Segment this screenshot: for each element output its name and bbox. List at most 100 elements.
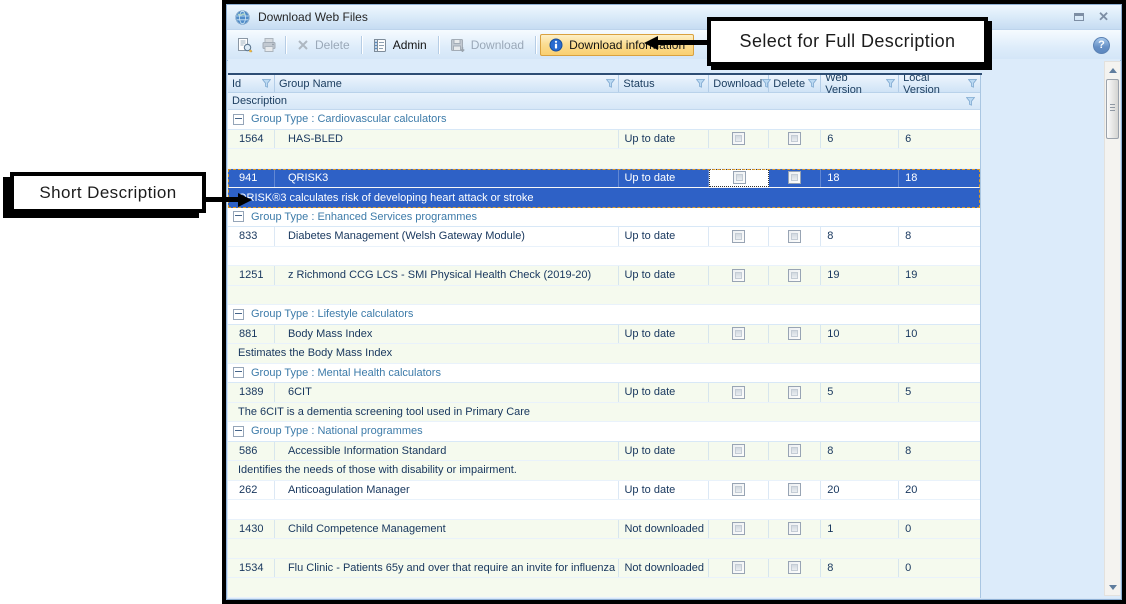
- download-checkbox[interactable]: [733, 171, 746, 184]
- description-row[interactable]: Estimates the Body Mass Index: [228, 344, 980, 364]
- grid-item-row[interactable]: 1430Child Competence ManagementNot downl…: [228, 520, 980, 540]
- delete-checkbox[interactable]: [788, 171, 801, 184]
- grid-item-row[interactable]: 881Body Mass IndexUp to date1010: [228, 325, 980, 345]
- delete-checkbox[interactable]: [788, 522, 801, 535]
- cell-download[interactable]: [709, 130, 769, 149]
- maximize-button[interactable]: [1074, 13, 1084, 21]
- cell-download[interactable]: [709, 559, 769, 578]
- filter-funnel-icon[interactable]: [968, 79, 977, 88]
- cell-download[interactable]: [709, 227, 769, 246]
- download-button[interactable]: Download: [443, 35, 531, 55]
- download-checkbox[interactable]: [732, 132, 745, 145]
- cell-download[interactable]: [709, 442, 769, 461]
- description-row[interactable]: QRISK®3 calculates risk of developing he…: [228, 188, 980, 208]
- description-row[interactable]: The 6CIT is a dementia screening tool us…: [228, 403, 980, 423]
- scrollbar-up-button[interactable]: [1105, 63, 1120, 77]
- cell-delete[interactable]: [769, 383, 821, 402]
- cell-download[interactable]: [709, 520, 769, 539]
- group-header-row[interactable]: Group Type : Enhanced Services programme…: [228, 208, 980, 228]
- print-button[interactable]: [257, 34, 281, 56]
- download-checkbox[interactable]: [732, 522, 745, 535]
- collapse-minus-icon[interactable]: [233, 114, 244, 125]
- description-row[interactable]: Identifies the needs of those with disab…: [228, 461, 980, 481]
- collapse-minus-icon[interactable]: [233, 211, 244, 222]
- cell-download[interactable]: [709, 266, 769, 285]
- cell-download[interactable]: [709, 481, 769, 500]
- grid-item-row[interactable]: 586Accessible Information StandardUp to …: [228, 442, 980, 462]
- grid-item-row[interactable]: 13896CITUp to date55: [228, 383, 980, 403]
- collapse-minus-icon[interactable]: [233, 367, 244, 378]
- grid-item-row[interactable]: 262Anticoagulation ManagerUp to date2020: [228, 481, 980, 501]
- description-row[interactable]: [228, 578, 980, 598]
- download-checkbox[interactable]: [732, 230, 745, 243]
- cell-delete[interactable]: [769, 520, 821, 539]
- delete-checkbox[interactable]: [788, 444, 801, 457]
- close-button[interactable]: ✕: [1098, 12, 1109, 22]
- column-header-web-version[interactable]: Web Version: [821, 75, 899, 92]
- description-row[interactable]: [228, 286, 980, 306]
- delete-checkbox[interactable]: [788, 327, 801, 340]
- column-header-local-version[interactable]: Local Version: [899, 75, 980, 92]
- description-row[interactable]: [228, 247, 980, 267]
- print-preview-button[interactable]: [233, 34, 257, 56]
- description-row[interactable]: [228, 149, 980, 169]
- download-checkbox[interactable]: [732, 483, 745, 496]
- scrollbar-down-button[interactable]: [1105, 580, 1120, 594]
- group-header-row[interactable]: Group Type : Lifestyle calculators: [228, 305, 980, 325]
- filter-funnel-icon[interactable]: [606, 79, 615, 88]
- admin-button[interactable]: Admin: [366, 35, 434, 56]
- grid-item-row[interactable]: 833Diabetes Management (Welsh Gateway Mo…: [228, 227, 980, 247]
- column-header-group-name[interactable]: Group Name: [275, 75, 619, 92]
- download-checkbox[interactable]: [732, 444, 745, 457]
- cell-delete[interactable]: [769, 227, 821, 246]
- description-row[interactable]: [228, 500, 980, 520]
- column-header-id[interactable]: Id: [228, 75, 275, 92]
- column-header-download[interactable]: Download: [709, 75, 769, 92]
- cell-delete[interactable]: [769, 130, 821, 149]
- download-checkbox[interactable]: [732, 327, 745, 340]
- grid-item-row[interactable]: 1534Flu Clinic - Patients 65y and over t…: [228, 559, 980, 579]
- group-header-row[interactable]: Group Type : Cardiovascular calculators: [228, 110, 980, 130]
- cell-delete[interactable]: [769, 325, 821, 344]
- cell-delete[interactable]: [769, 266, 821, 285]
- delete-checkbox[interactable]: [788, 132, 801, 145]
- download-information-button[interactable]: Download information: [540, 34, 694, 56]
- grid-item-row[interactable]: 1564HAS-BLEDUp to date66: [228, 130, 980, 150]
- vertical-scrollbar[interactable]: [1104, 61, 1120, 596]
- cell-delete[interactable]: [769, 442, 821, 461]
- download-checkbox[interactable]: [732, 561, 745, 574]
- filter-funnel-icon[interactable]: [696, 79, 705, 88]
- help-button[interactable]: ?: [1093, 37, 1110, 54]
- description-header-row[interactable]: Description: [228, 93, 980, 110]
- delete-checkbox[interactable]: [788, 386, 801, 399]
- cell-download[interactable]: [709, 325, 769, 344]
- cell-download[interactable]: [709, 383, 769, 402]
- filter-funnel-icon[interactable]: [262, 79, 271, 88]
- download-checkbox[interactable]: [732, 269, 745, 282]
- delete-button[interactable]: Delete: [290, 35, 357, 55]
- delete-checkbox[interactable]: [788, 230, 801, 243]
- download-checkbox-inner: [735, 233, 742, 240]
- scrollbar-thumb[interactable]: [1106, 79, 1119, 139]
- filter-funnel-icon[interactable]: [886, 79, 895, 88]
- collapse-minus-icon[interactable]: [233, 309, 244, 320]
- group-header-row[interactable]: Group Type : National programmes: [228, 422, 980, 442]
- grid-item-row[interactable]: 1251z Richmond CCG LCS - SMI Physical He…: [228, 266, 980, 286]
- description-row[interactable]: [228, 539, 980, 559]
- callout-short-arrow-line: [203, 197, 240, 202]
- cell-delete[interactable]: [769, 169, 821, 188]
- delete-checkbox[interactable]: [788, 561, 801, 574]
- download-checkbox[interactable]: [732, 386, 745, 399]
- cell-delete[interactable]: [769, 481, 821, 500]
- cell-delete[interactable]: [769, 559, 821, 578]
- column-header-status[interactable]: Status: [619, 75, 709, 92]
- delete-checkbox[interactable]: [788, 483, 801, 496]
- column-header-delete[interactable]: Delete: [769, 75, 821, 92]
- delete-checkbox[interactable]: [788, 269, 801, 282]
- grid-item-row[interactable]: 941QRISK3Up to date1818: [228, 169, 980, 189]
- filter-funnel-icon[interactable]: [808, 79, 817, 88]
- collapse-minus-icon[interactable]: [233, 426, 244, 437]
- group-header-row[interactable]: Group Type : Mental Health calculators: [228, 364, 980, 384]
- filter-funnel-icon[interactable]: [966, 97, 975, 106]
- cell-download[interactable]: [709, 169, 769, 188]
